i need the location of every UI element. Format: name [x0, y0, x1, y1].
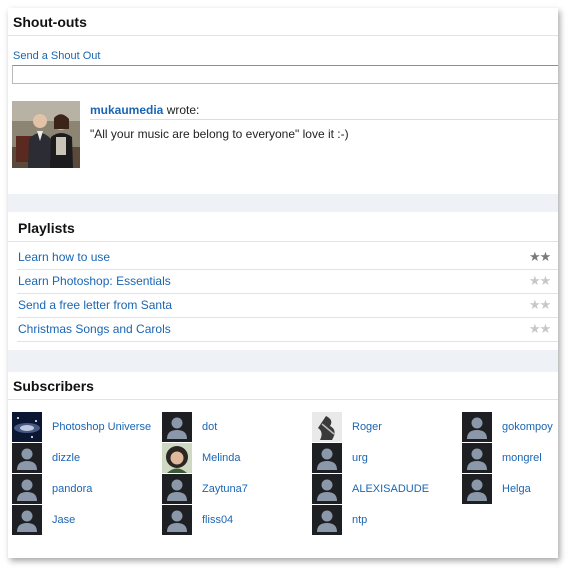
subscriber-name[interactable]: dot [202, 421, 217, 433]
default-user-icon[interactable] [312, 474, 342, 504]
section-separator [8, 350, 558, 372]
playlists-section: Playlists Learn how to use ★★ Learn Phot… [8, 212, 558, 350]
subscriber-item[interactable]: Melinda [162, 443, 310, 473]
user-silhouette-icon [312, 505, 342, 535]
subscriber-name[interactable]: Photoshop Universe [52, 421, 151, 433]
post-author-link[interactable]: mukaumedia [90, 103, 163, 117]
post-header: mukaumedia wrote: [90, 103, 558, 120]
user-silhouette-icon [312, 474, 342, 504]
user-silhouette-icon [162, 412, 192, 442]
subscriber-name[interactable]: fliss04 [202, 514, 233, 526]
subscriber-item[interactable]: Photoshop Universe [12, 412, 160, 442]
star-icon: ★ [539, 273, 552, 288]
star-icon: ★ [539, 249, 552, 264]
playlist-link[interactable]: Learn Photoshop: Essentials [18, 270, 171, 292]
playlist-row[interactable]: Learn how to use ★★ [17, 246, 558, 270]
rating-stars: ★★ [529, 318, 552, 340]
star-icon: ★ [529, 249, 541, 264]
star-icon: ★ [539, 321, 552, 336]
subscribers-heading: Subscribers [8, 372, 558, 400]
send-shoutout-link[interactable]: Send a Shout Out [13, 50, 100, 62]
subscriber-name[interactable]: mongrel [502, 452, 542, 464]
subscriber-item[interactable]: Jase [12, 505, 160, 535]
default-user-icon[interactable] [162, 474, 192, 504]
roger-photo-avatar[interactable] [312, 412, 342, 442]
default-user-icon[interactable] [162, 505, 192, 535]
star-icon: ★ [529, 321, 541, 336]
default-user-icon[interactable] [462, 412, 492, 442]
subscriber-item[interactable]: pandora [12, 474, 160, 504]
couple-photo-icon [12, 101, 80, 168]
subscriber-name[interactable]: gokompoy [502, 421, 553, 433]
post-verb: wrote: [166, 103, 200, 117]
star-icon: ★ [529, 297, 541, 312]
rating-stars: ★★ [529, 246, 552, 268]
default-user-icon[interactable] [312, 443, 342, 473]
portrait-photo-icon [162, 443, 192, 473]
playlist-row[interactable]: Christmas Songs and Carols ★★ [17, 318, 558, 342]
user-silhouette-icon [312, 443, 342, 473]
subscriber-item[interactable]: ALEXISADUDE [312, 474, 460, 504]
playlist-row[interactable]: Learn Photoshop: Essentials ★★ [17, 270, 558, 294]
user-silhouette-icon [162, 505, 192, 535]
playlist-link[interactable]: Learn how to use [18, 246, 110, 268]
subscriber-item[interactable]: mongrel [462, 443, 558, 473]
playlist-link[interactable]: Send a free letter from Santa [18, 294, 172, 316]
subscriber-name[interactable]: ALEXISADUDE [352, 483, 429, 495]
star-icon: ★ [529, 273, 541, 288]
subscriber-name[interactable]: Jase [52, 514, 75, 526]
playlist-link[interactable]: Christmas Songs and Carols [18, 318, 171, 340]
shoutouts-section: Shout-outs Send a Shout Out mukaumedia w… [8, 8, 558, 194]
subscribers-section: Subscribers Photoshop Universe dot Roger… [8, 372, 558, 558]
rating-stars: ★★ [529, 294, 552, 316]
subscriber-item[interactable]: gokompoy [462, 412, 558, 442]
default-user-icon[interactable] [462, 443, 492, 473]
subscriber-item[interactable]: dot [162, 412, 310, 442]
rating-stars: ★★ [529, 270, 552, 292]
default-user-icon[interactable] [312, 505, 342, 535]
subscriber-name[interactable]: Zaytuna7 [202, 483, 248, 495]
playlists-heading: Playlists [8, 212, 558, 242]
shoutout-input[interactable] [12, 65, 558, 84]
star-icon: ★ [539, 297, 552, 312]
default-user-icon[interactable] [12, 505, 42, 535]
playlist-row[interactable]: Send a free letter from Santa ★★ [17, 294, 558, 318]
photoshop-universe-avatar[interactable] [12, 412, 42, 442]
subscriber-name[interactable]: dizzle [52, 452, 80, 464]
user-silhouette-icon [162, 474, 192, 504]
subscriber-item[interactable]: ntp [312, 505, 460, 535]
user-silhouette-icon [12, 474, 42, 504]
galaxy-logo-icon [12, 412, 42, 442]
shoutouts-heading: Shout-outs [8, 8, 558, 36]
user-silhouette-icon [12, 443, 42, 473]
post-author-photo[interactable] [12, 101, 80, 168]
subscriber-item[interactable]: urg [312, 443, 460, 473]
user-silhouette-icon [462, 412, 492, 442]
subscriber-item[interactable]: Helga [462, 474, 558, 504]
subscriber-name[interactable]: urg [352, 452, 368, 464]
default-user-icon[interactable] [462, 474, 492, 504]
channel-panel: Shout-outs Send a Shout Out mukaumedia w… [8, 8, 558, 558]
default-user-icon[interactable] [12, 443, 42, 473]
user-silhouette-icon [12, 505, 42, 535]
user-silhouette-icon [462, 443, 492, 473]
subscriber-name[interactable]: pandora [52, 483, 92, 495]
subscriber-item[interactable]: fliss04 [162, 505, 310, 535]
default-user-icon[interactable] [162, 412, 192, 442]
subscriber-item[interactable]: Roger [312, 412, 460, 442]
subscriber-item[interactable]: Zaytuna7 [162, 474, 310, 504]
section-separator [8, 194, 558, 212]
sketch-photo-icon [312, 412, 342, 442]
melinda-photo-avatar[interactable] [162, 443, 192, 473]
subscriber-name[interactable]: ntp [352, 514, 367, 526]
subscriber-name[interactable]: Helga [502, 483, 531, 495]
subscriber-item[interactable]: dizzle [12, 443, 160, 473]
post-text: "All your music are belong to everyone" … [90, 127, 349, 141]
subscriber-name[interactable]: Roger [352, 421, 382, 433]
subscriber-name[interactable]: Melinda [202, 452, 241, 464]
default-user-icon[interactable] [12, 474, 42, 504]
user-silhouette-icon [462, 474, 492, 504]
